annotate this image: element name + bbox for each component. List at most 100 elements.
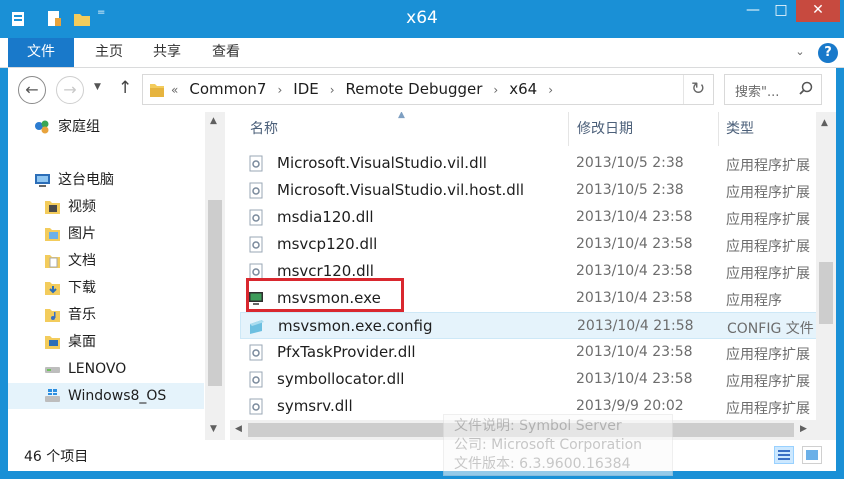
breadcrumb-ide[interactable]: IDE — [291, 80, 320, 98]
navigation-pane: 家庭组 这台电脑 视频 图片 文档 下载 音乐 桌面 LENOVO Window… — [8, 112, 226, 440]
system-drive-icon — [45, 389, 60, 402]
dll-file-icon — [249, 236, 263, 253]
file-name: msvsmon.exe.config — [278, 317, 433, 335]
breadcrumb-common7[interactable]: Common7 — [187, 80, 268, 98]
nav-item-windows8-os[interactable]: Windows8_OS — [8, 383, 204, 409]
scroll-up-arrow-icon[interactable]: ▲ — [210, 116, 217, 126]
folder-icon — [150, 84, 164, 97]
file-name: Microsoft.VisualStudio.vil.dll — [277, 154, 487, 172]
scroll-down-arrow-icon[interactable]: ▼ — [210, 424, 217, 434]
nav-item-homegroup[interactable]: 家庭组 — [8, 114, 204, 140]
nav-item-this-pc[interactable]: 这台电脑 — [8, 167, 204, 193]
tab-home[interactable]: 主页 — [84, 38, 134, 67]
scroll-up-arrow-icon[interactable]: ▲ — [821, 118, 828, 128]
nav-item-desktop[interactable]: 桌面 — [8, 329, 204, 355]
file-name: msvcp120.dll — [277, 235, 378, 253]
nav-item-label: 文档 — [68, 253, 96, 269]
file-type: CONFIG 文件 — [727, 321, 814, 337]
minimize-button[interactable]: — — [740, 0, 766, 22]
nav-item-videos[interactable]: 视频 — [8, 194, 204, 220]
file-type: 应用程序扩展 — [726, 401, 810, 417]
nav-item-pictures[interactable]: 图片 — [8, 221, 204, 247]
chevron-right-icon[interactable]: › — [268, 83, 291, 97]
tab-share[interactable]: 共享 — [142, 38, 192, 67]
nav-item-label: 这台电脑 — [58, 172, 114, 188]
file-type: 应用程序扩展 — [726, 158, 810, 174]
downloads-folder-icon — [45, 282, 60, 295]
nav-scrollbar-thumb[interactable] — [208, 200, 222, 386]
file-date: 2013/10/4 23:58 — [576, 209, 693, 225]
file-name: Microsoft.VisualStudio.vil.host.dll — [277, 181, 525, 199]
file-row[interactable]: Microsoft.VisualStudio.vil.host.dll 2013… — [240, 177, 818, 204]
dll-file-icon — [249, 182, 263, 199]
column-divider[interactable] — [718, 112, 719, 146]
column-header-date[interactable]: 修改日期 — [577, 112, 633, 146]
file-date: 2013/10/4 21:58 — [577, 318, 694, 334]
file-row[interactable]: PfxTaskProvider.dll 2013/10/4 23:58 应用程序… — [240, 339, 818, 366]
large-icons-view-icon — [806, 450, 818, 460]
nav-item-music[interactable]: 音乐 — [8, 302, 204, 328]
nav-item-lenovo[interactable]: LENOVO — [8, 356, 204, 382]
address-bar[interactable]: «Common7 › IDE › Remote Debugger › x64 › ↻ — [142, 74, 714, 105]
tab-file[interactable]: 文件 — [8, 38, 74, 67]
chevron-right-icon[interactable]: › — [539, 83, 562, 97]
chevron-right-icon[interactable]: › — [321, 83, 344, 97]
item-count: 46 个项目 — [24, 449, 89, 465]
breadcrumb-x64[interactable]: x64 — [507, 80, 539, 98]
homegroup-icon — [35, 120, 49, 134]
forward-button[interactable]: → — [56, 76, 84, 104]
file-list: ▲ 名称 修改日期 类型 Microsoft.VisualStudio.vil.… — [230, 112, 836, 440]
nav-item-label: 下载 — [68, 280, 96, 296]
ribbon-tabs: 文件 主页 共享 查看 ⌄ ? — [0, 38, 844, 68]
breadcrumb-remote-debugger[interactable]: Remote Debugger — [344, 80, 485, 98]
file-row[interactable]: msdia120.dll 2013/10/4 23:58 应用程序扩展 — [240, 204, 818, 231]
drive-icon — [45, 367, 60, 373]
file-vertical-scrollbar[interactable]: ▲ — [816, 112, 836, 422]
details-view-button[interactable] — [774, 446, 794, 464]
file-row-selected[interactable]: msvsmon.exe.config 2013/10/4 21:58 CONFI… — [240, 312, 818, 339]
nav-item-downloads[interactable]: 下载 — [8, 275, 204, 301]
file-type: 应用程序 — [726, 293, 782, 309]
pictures-folder-icon — [45, 228, 60, 241]
overflow-chevron[interactable]: « — [171, 83, 187, 97]
status-bar: 46 个项目 — [8, 440, 836, 471]
details-view-icon — [778, 450, 790, 460]
nav-item-documents[interactable]: 文档 — [8, 248, 204, 274]
nav-item-label: 视频 — [68, 199, 96, 215]
tab-view[interactable]: 查看 — [201, 38, 251, 67]
file-row[interactable]: Microsoft.VisualStudio.vil.dll 2013/10/5… — [240, 150, 818, 177]
up-arrow-icon[interactable]: ↑ — [118, 78, 132, 98]
column-header-type[interactable]: 类型 — [726, 112, 754, 146]
help-button[interactable]: ? — [818, 43, 838, 63]
chevron-down-icon[interactable]: ⌄ — [792, 44, 808, 60]
search-input[interactable]: 搜索"... — [724, 74, 822, 105]
maximize-button[interactable]: □ — [768, 0, 794, 22]
tooltip-description: 文件说明: Symbol Server — [454, 418, 622, 434]
chevron-right-icon[interactable]: › — [484, 83, 507, 97]
videos-folder-icon — [45, 201, 60, 214]
column-header-name[interactable]: 名称 — [250, 112, 278, 146]
back-button[interactable]: ← — [18, 76, 46, 104]
file-row[interactable]: symbollocator.dll 2013/10/4 23:58 应用程序扩展 — [240, 366, 818, 393]
file-row[interactable]: msvcp120.dll 2013/10/4 23:58 应用程序扩展 — [240, 231, 818, 258]
file-scrollbar-thumb[interactable] — [819, 262, 833, 324]
large-icons-view-button[interactable] — [802, 446, 822, 464]
scroll-left-arrow-icon[interactable]: ◀ — [235, 424, 242, 434]
nav-item-label: Windows8_OS — [68, 388, 167, 404]
refresh-icon[interactable]: ↻ — [691, 79, 705, 99]
recent-locations-dropdown-icon[interactable]: ▼ — [94, 82, 101, 92]
column-divider[interactable] — [568, 112, 569, 146]
nav-item-label: 桌面 — [68, 334, 96, 350]
breadcrumb: «Common7 › IDE › Remote Debugger › x64 › — [171, 75, 562, 104]
nav-scrollbar[interactable]: ▲ ▼ — [205, 112, 225, 440]
main-area: 家庭组 这台电脑 视频 图片 文档 下载 音乐 桌面 LENOVO Window… — [8, 112, 836, 440]
file-type: 应用程序扩展 — [726, 266, 810, 282]
file-type: 应用程序扩展 — [726, 239, 810, 255]
file-date: 2013/10/4 23:58 — [576, 263, 693, 279]
search-icon[interactable] — [799, 81, 813, 95]
desktop-folder-icon — [45, 336, 60, 349]
close-button[interactable]: ✕ — [796, 0, 840, 22]
file-type: 应用程序扩展 — [726, 347, 810, 363]
scroll-right-arrow-icon[interactable]: ▶ — [800, 424, 807, 434]
nav-item-label: LENOVO — [68, 361, 127, 377]
